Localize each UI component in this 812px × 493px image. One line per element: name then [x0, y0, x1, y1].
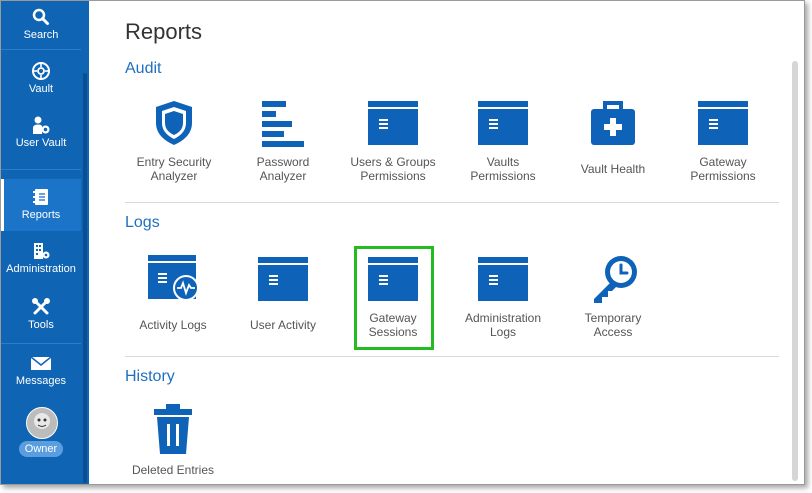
sidebar-item-label: Messages [15, 375, 67, 387]
tile-label: Gateway [699, 155, 747, 169]
sidebar-item-tools[interactable]: Tools [1, 297, 81, 337]
page-title: Reports [125, 19, 203, 44]
divider [1, 169, 81, 170]
tile-gateway-permissions[interactable]: Gateway Permissions [668, 99, 778, 183]
medical-kit-icon [591, 101, 635, 145]
avatar-image [27, 408, 57, 438]
tile-label: Administration [464, 311, 542, 325]
tile-user-activity[interactable]: User Activity [228, 255, 338, 332]
tile-label: Entry Security [136, 155, 212, 169]
sidebar-item-label: User Vault [15, 137, 67, 149]
divider [1, 49, 81, 50]
app-window: Search Vault User Vault Reports Administ… [0, 0, 805, 485]
sidebar-item-administration[interactable]: Administration [1, 241, 81, 281]
tile-vaults-permissions[interactable]: Vaults Permissions [448, 99, 558, 183]
sidebar-item-user-vault[interactable]: User Vault [1, 115, 81, 155]
section-title-logs: Logs [125, 214, 160, 231]
owner-badge[interactable]: Owner [19, 441, 63, 457]
sidebar-item-messages[interactable]: Messages [1, 353, 81, 393]
sidebar-item-label: Administration [6, 263, 76, 275]
tile-label: Analyzer [150, 169, 198, 183]
user-vault-icon [33, 116, 50, 134]
sidebar-item-label: Reports [21, 209, 61, 221]
section-divider [125, 202, 779, 203]
sidebar-item-label: Search [23, 29, 59, 41]
window-icon [478, 257, 528, 301]
reports-icon [33, 189, 48, 205]
section-title-history: History [125, 368, 175, 385]
activity-window-icon [148, 255, 199, 301]
tile-activity-logs[interactable]: Activity Logs [118, 255, 228, 332]
sidebar-item-label: Tools [28, 319, 54, 331]
administration-icon [34, 243, 50, 259]
tile-entry-security-analyzer[interactable]: Entry Security Analyzer [119, 99, 229, 183]
sidebar-scrollbar[interactable] [83, 73, 87, 483]
tile-label: Users & Groups [350, 155, 436, 169]
tile-label: Temporary [584, 311, 642, 325]
window-icon [478, 101, 528, 145]
tile-vault-health[interactable]: Vault Health [558, 99, 668, 176]
tile-label: Access [593, 325, 633, 339]
sidebar-item-vault[interactable]: Vault [1, 61, 81, 101]
vault-icon [32, 62, 50, 80]
section-title-audit: Audit [125, 60, 162, 77]
sidebar-item-search[interactable]: Search [1, 7, 81, 47]
bar-list-icon [262, 101, 304, 147]
sidebar-item-reports[interactable]: Reports [1, 179, 81, 231]
sidebar: Search Vault User Vault Reports Administ… [1, 1, 89, 484]
tile-password-analyzer[interactable]: Password Analyzer [228, 99, 338, 183]
highlight-frame [354, 246, 434, 350]
trash-icon [154, 404, 192, 454]
avatar[interactable] [26, 407, 58, 439]
main-scrollbar[interactable] [792, 61, 798, 481]
tile-label: Vault Health [580, 162, 646, 176]
window-icon [368, 101, 418, 145]
tile-temporary-access[interactable]: Temporary Access [558, 255, 668, 339]
sidebar-item-label: Vault [28, 83, 54, 95]
mail-icon [30, 356, 52, 370]
tile-users-groups-permissions[interactable]: Users & Groups Permissions [338, 99, 448, 183]
tile-label: User Activity [249, 318, 316, 332]
tile-deleted-entries[interactable]: Deleted Entries [118, 404, 228, 477]
tile-label: Permissions [470, 169, 536, 183]
tile-label: Activity Logs [139, 318, 207, 332]
window-icon [698, 101, 748, 145]
window-icon [258, 257, 308, 301]
tile-label: Permissions [690, 169, 756, 183]
shield-icon [156, 101, 192, 145]
tile-label: Deleted Entries [131, 463, 215, 477]
tile-label: Logs [489, 325, 517, 339]
tile-label: Vaults [486, 155, 520, 169]
tile-label: Permissions [360, 169, 426, 183]
divider [1, 343, 81, 344]
main-content: Reports Audit Entry Security Analyzer Pas… [90, 1, 802, 484]
tile-label: Password [256, 155, 310, 169]
section-divider [125, 356, 779, 357]
key-clock-icon [594, 256, 637, 303]
tile-label: Analyzer [259, 169, 307, 183]
search-icon [32, 8, 49, 25]
tile-administration-logs[interactable]: Administration Logs [448, 255, 558, 339]
tools-icon [32, 298, 50, 315]
